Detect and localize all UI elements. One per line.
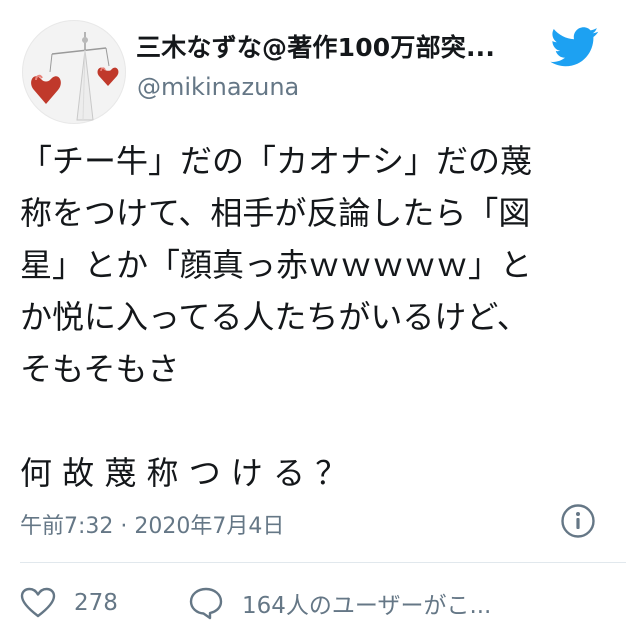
like-count: 278: [74, 590, 118, 616]
display-name[interactable]: 三木なずな@著作100万部突...: [136, 28, 495, 64]
reply-bubble-icon: [188, 586, 224, 620]
info-icon[interactable]: [560, 503, 596, 539]
heart-icon: [20, 587, 56, 619]
twitter-bird-icon: [550, 27, 600, 67]
like-button[interactable]: 278: [20, 585, 118, 621]
divider: [20, 562, 626, 563]
avatar[interactable]: [22, 20, 126, 124]
heart-ornament-icon: [31, 32, 119, 121]
tweet-text: 「チー牛」だの「カオナシ」だの蔑 称をつけて、相手が反論したら「図 星」とか「顔…: [20, 142, 533, 492]
reply-users-text: 164人のユーザーがこ...: [242, 593, 492, 619]
tweet-timestamp[interactable]: 午前7:32 · 2020年7月4日: [20, 508, 284, 540]
user-handle[interactable]: @mikinazuna: [137, 73, 299, 101]
reply-button[interactable]: 164人のユーザーがこ...: [188, 585, 491, 621]
